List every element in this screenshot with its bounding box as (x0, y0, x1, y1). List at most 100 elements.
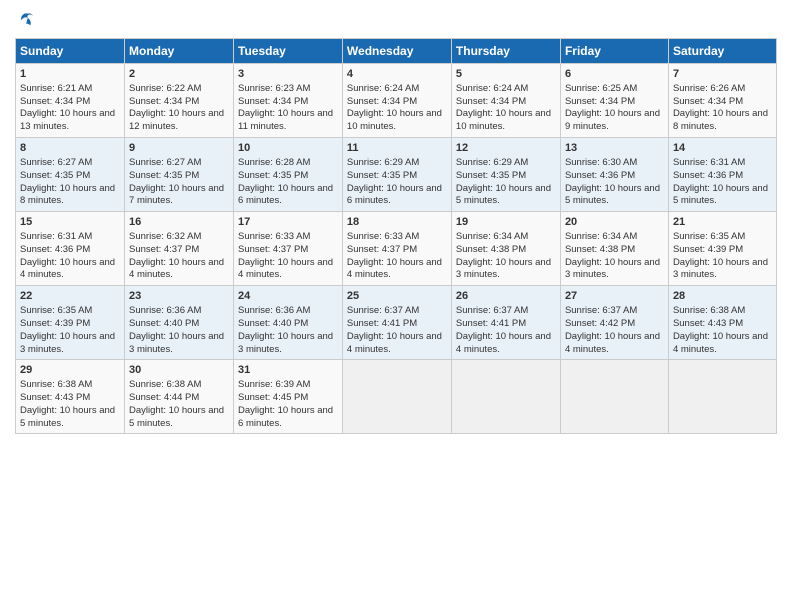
daylight: Daylight: 10 hours and 6 minutes. (238, 405, 333, 429)
daylight: Daylight: 10 hours and 3 minutes. (456, 257, 551, 281)
day-number: 16 (129, 215, 229, 230)
sunrise: Sunrise: 6:38 AM (673, 305, 745, 316)
daylight: Daylight: 10 hours and 11 minutes. (238, 108, 333, 132)
sunset: Sunset: 4:34 PM (347, 96, 417, 107)
day-number: 3 (238, 67, 338, 82)
calendar-cell: 2Sunrise: 6:22 AM Sunset: 4:34 PMDaylight… (125, 64, 234, 138)
calendar-cell: 10Sunrise: 6:28 AMSunset: 4:35 PMDayligh… (234, 138, 343, 212)
calendar-cell: 1Sunrise: 6:21 AMSunset: 4:34 PMDaylight… (16, 64, 125, 138)
sunrise: Sunrise: 6:35 AM (20, 305, 92, 316)
day-number: 8 (20, 141, 120, 156)
column-header-wednesday: Wednesday (342, 39, 451, 64)
sunrise: Sunrise: 6:34 AM (565, 231, 637, 242)
logo (15, 10, 39, 32)
day-number: 21 (673, 215, 772, 230)
logo-bird-icon (17, 10, 39, 32)
calendar-cell: 29Sunrise: 6:38 AMSunset: 4:43 PMDayligh… (16, 360, 125, 434)
sunrise: Sunrise: 6:27 AM (20, 157, 92, 168)
day-number: 9 (129, 141, 229, 156)
sunset: Sunset: 4:35 PM (347, 170, 417, 181)
day-number: 22 (20, 289, 120, 304)
sunrise: Sunrise: 6:33 AM (347, 231, 419, 242)
day-number: 12 (456, 141, 556, 156)
calendar-cell: 22Sunrise: 6:35 AMSunset: 4:39 PMDayligh… (16, 286, 125, 360)
sunrise: Sunrise: 6:29 AM (347, 157, 419, 168)
daylight: Daylight: 10 hours and 5 minutes. (565, 183, 660, 207)
sunset: Sunset: 4:35 PM (456, 170, 526, 181)
sunrise: Sunrise: 6:26 AM (673, 83, 745, 94)
daylight: Daylight: 10 hours and 9 minutes. (565, 108, 660, 132)
sunset: Sunset: 4:43 PM (673, 318, 743, 329)
daylight: Daylight: 10 hours and 8 minutes. (20, 183, 115, 207)
sunset: Sunset: 4:37 PM (238, 244, 308, 255)
sunrise: Sunrise: 6:37 AM (456, 305, 528, 316)
sunset: Sunset: 4:45 PM (238, 392, 308, 403)
week-row-4: 22Sunrise: 6:35 AMSunset: 4:39 PMDayligh… (16, 286, 777, 360)
week-row-3: 15Sunrise: 6:31 AMSunset: 4:36 PMDayligh… (16, 212, 777, 286)
day-number: 30 (129, 363, 229, 378)
calendar-header-row: SundayMondayTuesdayWednesdayThursdayFrid… (16, 39, 777, 64)
daylight: Daylight: 10 hours and 6 minutes. (347, 183, 442, 207)
week-row-1: 1Sunrise: 6:21 AMSunset: 4:34 PMDaylight… (16, 64, 777, 138)
sunset: Sunset: 4:43 PM (20, 392, 90, 403)
day-number: 31 (238, 363, 338, 378)
sunset: Sunset: 4:35 PM (129, 170, 199, 181)
sunset: Sunset: 4:34 PM (238, 96, 308, 107)
daylight: Daylight: 10 hours and 10 minutes. (456, 108, 551, 132)
calendar-cell (342, 360, 451, 434)
calendar-cell: 26Sunrise: 6:37 AMSunset: 4:41 PMDayligh… (451, 286, 560, 360)
calendar-cell: 5Sunrise: 6:24 AMSunset: 4:34 PMDaylight… (451, 64, 560, 138)
daylight: Daylight: 10 hours and 10 minutes. (347, 108, 442, 132)
calendar-cell: 8Sunrise: 6:27 AMSunset: 4:35 PMDaylight… (16, 138, 125, 212)
calendar-cell: 21Sunrise: 6:35 AMSunset: 4:39 PMDayligh… (668, 212, 776, 286)
sunrise: Sunrise: 6:25 AM (565, 83, 637, 94)
sunset: Sunset: 4:34 PM (129, 96, 199, 107)
sunrise: Sunrise: 6:30 AM (565, 157, 637, 168)
sunset: Sunset: 4:40 PM (129, 318, 199, 329)
column-header-monday: Monday (125, 39, 234, 64)
calendar-cell (668, 360, 776, 434)
calendar-cell (560, 360, 668, 434)
sunset: Sunset: 4:37 PM (347, 244, 417, 255)
daylight: Daylight: 10 hours and 3 minutes. (565, 257, 660, 281)
calendar-cell: 28Sunrise: 6:38 AMSunset: 4:43 PMDayligh… (668, 286, 776, 360)
day-number: 1 (20, 67, 120, 82)
page-container: SundayMondayTuesdayWednesdayThursdayFrid… (0, 0, 792, 439)
sunrise: Sunrise: 6:39 AM (238, 379, 310, 390)
sunset: Sunset: 4:34 PM (456, 96, 526, 107)
daylight: Daylight: 10 hours and 4 minutes. (20, 257, 115, 281)
sunrise: Sunrise: 6:21 AM (20, 83, 92, 94)
calendar-cell: 16Sunrise: 6:32 AMSunset: 4:37 PMDayligh… (125, 212, 234, 286)
daylight: Daylight: 10 hours and 4 minutes. (347, 257, 442, 281)
day-number: 27 (565, 289, 664, 304)
calendar-cell: 15Sunrise: 6:31 AMSunset: 4:36 PMDayligh… (16, 212, 125, 286)
daylight: Daylight: 10 hours and 4 minutes. (673, 331, 768, 355)
calendar-table: SundayMondayTuesdayWednesdayThursdayFrid… (15, 38, 777, 434)
calendar-cell: 4Sunrise: 6:24 AMSunset: 4:34 PMDaylight… (342, 64, 451, 138)
day-number: 25 (347, 289, 447, 304)
sunset: Sunset: 4:41 PM (456, 318, 526, 329)
day-number: 15 (20, 215, 120, 230)
daylight: Daylight: 10 hours and 4 minutes. (238, 257, 333, 281)
week-row-2: 8Sunrise: 6:27 AM Sunset: 4:35 PM Daylight… (16, 138, 777, 212)
sunrise: Sunrise: 6:28 AM (238, 157, 310, 168)
sunrise: Sunrise: 6:32 AM (129, 231, 201, 242)
sunrise: Sunrise: 6:34 AM (456, 231, 528, 242)
day-number: 19 (456, 215, 556, 230)
calendar-cell (451, 360, 560, 434)
sunrise: Sunrise: 6:23 AM (238, 83, 310, 94)
sunset: Sunset: 4:34 PM (20, 96, 90, 107)
sunset: Sunset: 4:36 PM (565, 170, 635, 181)
day-number: 2 (129, 67, 229, 82)
column-header-tuesday: Tuesday (234, 39, 343, 64)
daylight: Daylight: 10 hours and 12 minutes. (129, 108, 224, 132)
calendar-cell: 9Sunrise: 6:27 AMSunset: 4:35 PMDaylight… (125, 138, 234, 212)
sunrise: Sunrise: 6:36 AM (129, 305, 201, 316)
daylight: Daylight: 10 hours and 3 minutes. (129, 331, 224, 355)
daylight: Daylight: 10 hours and 6 minutes. (238, 183, 333, 207)
calendar-cell: 13Sunrise: 6:30 AMSunset: 4:36 PMDayligh… (560, 138, 668, 212)
sunrise: Sunrise: 6:22 AM (129, 83, 201, 94)
calendar-cell: 20Sunrise: 6:34 AMSunset: 4:38 PMDayligh… (560, 212, 668, 286)
column-header-saturday: Saturday (668, 39, 776, 64)
calendar-cell: 14Sunrise: 6:31 AMSunset: 4:36 PMDayligh… (668, 138, 776, 212)
